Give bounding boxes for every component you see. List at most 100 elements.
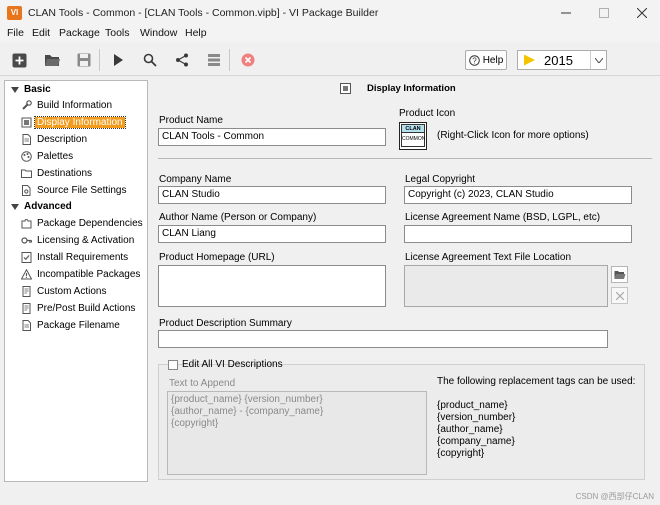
nav-item-destinations[interactable]: Destinations bbox=[21, 167, 92, 180]
open-button[interactable] bbox=[42, 51, 62, 69]
close-icon bbox=[637, 8, 647, 18]
replacement-tag: {company_name} bbox=[437, 436, 515, 447]
browse-license-button[interactable] bbox=[611, 266, 628, 283]
menu-edit[interactable]: Edit bbox=[32, 27, 50, 39]
build-play-icon bbox=[114, 54, 123, 66]
company-name-label: Company Name bbox=[159, 174, 232, 185]
checklist-icon bbox=[21, 252, 32, 263]
menu-help[interactable]: Help bbox=[185, 27, 207, 39]
warning-icon bbox=[21, 269, 32, 280]
panel-title: Display Information bbox=[367, 83, 456, 94]
license-file-field[interactable] bbox=[404, 265, 608, 307]
help-label: Help bbox=[482, 54, 504, 66]
search-button[interactable] bbox=[140, 51, 160, 69]
key-icon bbox=[21, 237, 32, 244]
replacement-tag: {product_name} bbox=[437, 400, 508, 411]
product-icon-bottom: COMMON bbox=[401, 133, 425, 147]
open-folder-icon bbox=[44, 55, 60, 66]
append-line: {copyright} bbox=[171, 418, 219, 429]
nav-group-label: Advanced bbox=[24, 201, 72, 212]
minimize-button[interactable] bbox=[550, 0, 582, 26]
summary-field[interactable] bbox=[158, 330, 608, 348]
category-tree: Basic Build Information Display Informat… bbox=[4, 80, 148, 482]
clear-license-button[interactable] bbox=[611, 287, 628, 304]
nav-item-pre-post-build-actions[interactable]: Pre/Post Build Actions bbox=[21, 302, 135, 315]
svg-text:?: ? bbox=[472, 56, 477, 65]
cancel-build-button[interactable] bbox=[238, 51, 258, 69]
nav-group-advanced[interactable]: Advanced bbox=[11, 201, 72, 212]
status-bar bbox=[0, 486, 660, 505]
summary-label: Product Description Summary bbox=[159, 318, 292, 329]
open-folder-icon bbox=[614, 270, 625, 279]
display-icon bbox=[21, 117, 32, 128]
version-value: 2015 bbox=[544, 52, 573, 68]
nav-item-package-filename[interactable]: Package Filename bbox=[21, 319, 120, 332]
toolbar: ? Help 2015 bbox=[0, 44, 660, 76]
nav-item-install-requirements[interactable]: Install Requirements bbox=[21, 251, 128, 264]
save-button[interactable] bbox=[74, 51, 94, 69]
product-icon-hint: (Right-Click Icon for more options) bbox=[437, 130, 589, 141]
product-icon-top: CLAN bbox=[401, 124, 425, 133]
close-button[interactable] bbox=[626, 0, 658, 26]
wrench-icon bbox=[22, 100, 32, 110]
nav-item-source-file-settings[interactable]: Source File Settings bbox=[21, 184, 127, 197]
text-to-append-field[interactable]: {product_name} {version_number} {author_… bbox=[167, 391, 427, 475]
homepage-field[interactable] bbox=[158, 265, 386, 307]
minimize-icon bbox=[561, 12, 571, 14]
menu-package[interactable]: Package bbox=[59, 27, 100, 39]
product-icon[interactable]: CLAN COMMON bbox=[399, 122, 427, 150]
labview-version-select[interactable]: 2015 bbox=[517, 50, 607, 70]
author-name-label: Author Name (Person or Company) bbox=[159, 212, 317, 223]
license-name-field[interactable] bbox=[404, 225, 632, 243]
text-to-append-label: Text to Append bbox=[169, 378, 236, 389]
new-icon bbox=[12, 53, 26, 67]
homepage-label: Product Homepage (URL) bbox=[159, 252, 275, 263]
maximize-icon bbox=[599, 8, 609, 18]
replacement-tags-title: The following replacement tags can be us… bbox=[437, 376, 636, 387]
menu-bar: File Edit Package Tools Window Help bbox=[0, 26, 660, 42]
product-name-label: Product Name bbox=[159, 115, 223, 126]
edit-all-checkbox[interactable] bbox=[168, 360, 178, 370]
collapse-arrow-icon bbox=[11, 203, 19, 210]
nav-item-incompatible-packages[interactable]: Incompatible Packages bbox=[21, 268, 140, 281]
palette-icon bbox=[21, 151, 32, 162]
product-name-field[interactable]: CLAN Tools - Common bbox=[158, 128, 386, 146]
close-icon bbox=[615, 291, 624, 300]
menu-window[interactable]: Window bbox=[140, 27, 177, 39]
build-button[interactable] bbox=[108, 51, 128, 69]
save-icon bbox=[77, 53, 91, 67]
display-icon bbox=[340, 83, 351, 94]
list-icon bbox=[208, 54, 220, 66]
puzzle-icon bbox=[21, 219, 32, 229]
script-icon bbox=[22, 303, 31, 314]
share-button[interactable] bbox=[172, 51, 192, 69]
menu-tools[interactable]: Tools bbox=[105, 27, 130, 39]
list-button[interactable] bbox=[204, 51, 224, 69]
nav-group-basic[interactable]: Basic bbox=[11, 84, 51, 95]
company-name-field[interactable]: CLAN Studio bbox=[158, 186, 386, 204]
nav-item-custom-actions[interactable]: Custom Actions bbox=[21, 285, 106, 298]
nav-item-build-information[interactable]: Build Information bbox=[21, 99, 112, 112]
nav-item-display-information[interactable]: Display Information bbox=[21, 116, 126, 129]
nav-item-palettes[interactable]: Palettes bbox=[21, 150, 73, 163]
author-name-field[interactable]: CLAN Liang bbox=[158, 225, 386, 243]
maximize-button[interactable] bbox=[588, 0, 620, 26]
new-button[interactable] bbox=[9, 51, 29, 69]
help-button[interactable]: ? Help bbox=[465, 50, 507, 70]
nav-item-package-dependencies[interactable]: Package Dependencies bbox=[21, 217, 143, 230]
script-icon bbox=[22, 286, 31, 297]
edit-all-label: Edit All VI Descriptions bbox=[182, 359, 283, 370]
menu-file[interactable]: File bbox=[7, 27, 24, 39]
license-file-label: License Agreement Text File Location bbox=[405, 252, 572, 263]
app-logo-icon: VI bbox=[7, 6, 22, 20]
legal-copyright-field[interactable]: Copyright (c) 2023, CLAN Studio bbox=[404, 186, 632, 204]
nav-item-licensing-activation[interactable]: Licensing & Activation bbox=[21, 234, 134, 247]
replacement-tag: {version_number} bbox=[437, 412, 516, 423]
title-bar: VI CLAN Tools - Common - [CLAN Tools - C… bbox=[0, 0, 660, 26]
search-icon bbox=[143, 53, 157, 67]
labview-flag-icon bbox=[524, 54, 535, 66]
append-line: {author_name} - {company_name} bbox=[171, 406, 324, 417]
watermark: CSDN @西部仔CLAN bbox=[575, 492, 654, 501]
nav-item-description[interactable]: Description bbox=[21, 133, 87, 146]
product-icon-label: Product Icon bbox=[399, 108, 456, 119]
